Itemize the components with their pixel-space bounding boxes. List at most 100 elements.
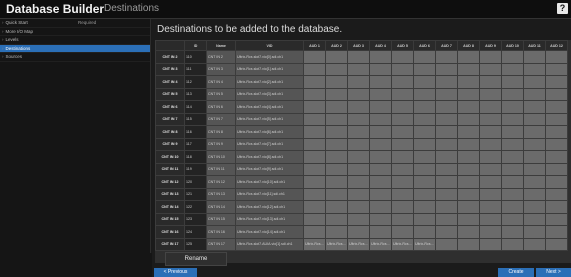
vid-cell[interactable]: Ultrix-Rcs.slot7.vio[13].sdi.ch1 — [235, 212, 304, 226]
aud-cell[interactable] — [479, 100, 502, 114]
aud-cell[interactable] — [347, 112, 370, 126]
vid-cell[interactable]: Ultrix-Rcs.slot7.vio[4].sdi.ch1 — [235, 100, 304, 114]
aud-cell[interactable] — [325, 100, 348, 114]
aud-cell[interactable] — [457, 137, 480, 151]
aud-cell[interactable] — [369, 175, 392, 189]
aud-cell[interactable] — [303, 187, 326, 201]
vid-cell[interactable]: Ultrix-Rcs.slot7.vio[12].sdi.ch1 — [235, 200, 304, 214]
aud-cell[interactable] — [303, 100, 326, 114]
aud-cell[interactable] — [369, 100, 392, 114]
sidebar-item-quick-start[interactable]: › Quick Start Required — [0, 19, 150, 28]
aud-cell[interactable] — [501, 100, 524, 114]
aud-cell[interactable] — [303, 162, 326, 176]
aud-cell[interactable] — [369, 200, 392, 214]
name-cell[interactable]: CNT IN 8 — [206, 125, 236, 139]
aud-cell[interactable] — [457, 162, 480, 176]
aud-cell[interactable] — [435, 225, 458, 239]
aud-cell[interactable] — [391, 50, 414, 64]
aud-cell[interactable] — [413, 212, 436, 226]
aud-cell[interactable] — [479, 75, 502, 89]
name-cell[interactable]: CNT IN 6 — [206, 100, 236, 114]
aud-cell[interactable] — [303, 212, 326, 226]
table-row[interactable]: CNT IN 10 118 CNT IN 10 Ultrix-Rcs.slot7.vi… — [155, 150, 568, 164]
aud-cell[interactable] — [523, 137, 546, 151]
aud-cell[interactable] — [391, 187, 414, 201]
aud-cell[interactable] — [325, 162, 348, 176]
row-name-cell[interactable]: CNT IN 6 — [155, 100, 185, 114]
aud-cell[interactable] — [435, 87, 458, 101]
row-name-cell[interactable]: CNT IN 16 — [155, 225, 185, 239]
aud-cell[interactable] — [369, 112, 392, 126]
aud-cell[interactable] — [413, 62, 436, 76]
aud-cell[interactable] — [369, 225, 392, 239]
aud-cell[interactable] — [391, 125, 414, 139]
aud-cell[interactable] — [369, 125, 392, 139]
aud-cell[interactable] — [347, 187, 370, 201]
id-cell[interactable]: 119 — [184, 162, 207, 176]
aud-cell[interactable] — [501, 50, 524, 64]
aud-cell[interactable] — [325, 150, 348, 164]
create-button[interactable]: Create — [498, 268, 534, 277]
aud-cell[interactable]: Ultrix-Rcs... — [369, 237, 392, 251]
aud-cell[interactable] — [325, 212, 348, 226]
aud-cell[interactable] — [501, 237, 524, 251]
aud-cell[interactable] — [325, 175, 348, 189]
aud-cell[interactable] — [457, 237, 480, 251]
name-cell[interactable]: CNT IN 5 — [206, 87, 236, 101]
aud-cell[interactable] — [303, 150, 326, 164]
aud-cell[interactable] — [325, 225, 348, 239]
vid-cell[interactable]: Ultrix-Rcs.slot7.vio[0].sdi.ch1 — [235, 50, 304, 64]
aud-cell[interactable] — [523, 212, 546, 226]
aud-cell[interactable] — [501, 112, 524, 126]
sidebar-item-destinations[interactable]: › Destinations — [0, 44, 150, 53]
table-row[interactable]: CNT IN 13 121 CNT IN 13 Ultrix-Rcs.slot7.vi… — [155, 187, 568, 201]
aud-cell[interactable] — [435, 212, 458, 226]
table-row[interactable]: CNT IN 11 119 CNT IN 11 Ultrix-Rcs.slot7.vi… — [155, 162, 568, 176]
id-cell[interactable]: 122 — [184, 200, 207, 214]
aud-cell[interactable] — [303, 50, 326, 64]
aud-cell[interactable] — [457, 125, 480, 139]
row-name-cell[interactable]: CNT IN 8 — [155, 125, 185, 139]
vid-cell[interactable]: Ultrix-Rcs.slot7.AUIA.vio[1].sdi.ch1 — [235, 237, 304, 251]
aud-cell[interactable]: Ultrix-Rcs... — [391, 237, 414, 251]
aud-cell[interactable] — [479, 50, 502, 64]
aud-cell[interactable] — [457, 100, 480, 114]
aud-cell[interactable] — [523, 175, 546, 189]
aud-cell[interactable] — [325, 125, 348, 139]
aud-cell[interactable] — [347, 62, 370, 76]
destinations-table-container[interactable]: ID Name VID AUD 1 AUD 2 AUD 3 AUD 4 AUD 5 AUD 6A… — [155, 40, 571, 263]
sidebar-item-levels[interactable]: › Levels — [0, 36, 150, 45]
aud-cell[interactable] — [391, 175, 414, 189]
name-cell[interactable]: CNT IN 17 — [206, 237, 236, 251]
aud-cell[interactable] — [479, 237, 502, 251]
aud-cell[interactable] — [303, 75, 326, 89]
aud-cell[interactable]: Ultrix-Rcs... — [347, 237, 370, 251]
aud-cell[interactable] — [435, 175, 458, 189]
aud-cell[interactable] — [457, 112, 480, 126]
aud-cell[interactable] — [501, 225, 524, 239]
aud-cell[interactable] — [391, 150, 414, 164]
aud-cell[interactable] — [303, 62, 326, 76]
table-row[interactable]: CNT IN 6 114 CNT IN 6 Ultrix-Rcs.slot7.vio[… — [155, 100, 568, 114]
aud-cell[interactable] — [545, 175, 568, 189]
aud-cell[interactable] — [435, 150, 458, 164]
aud-cell[interactable] — [479, 175, 502, 189]
aud-cell[interactable] — [523, 50, 546, 64]
aud-cell[interactable] — [413, 200, 436, 214]
aud-cell[interactable] — [391, 112, 414, 126]
vid-cell[interactable]: Ultrix-Rcs.slot7.vio[9].sdi.ch1 — [235, 162, 304, 176]
aud-cell[interactable] — [523, 62, 546, 76]
aud-cell[interactable] — [545, 187, 568, 201]
name-cell[interactable]: CNT IN 16 — [206, 225, 236, 239]
vid-cell[interactable]: Ultrix-Rcs.slot7.vio[14].sdi.ch1 — [235, 225, 304, 239]
aud-cell[interactable]: Ultrix-Rcs... — [325, 237, 348, 251]
aud-cell[interactable] — [325, 187, 348, 201]
aud-cell[interactable] — [457, 62, 480, 76]
aud-cell[interactable] — [325, 87, 348, 101]
aud-cell[interactable] — [501, 212, 524, 226]
aud-cell[interactable] — [523, 237, 546, 251]
aud-cell[interactable] — [545, 75, 568, 89]
aud-cell[interactable] — [545, 200, 568, 214]
aud-cell[interactable] — [347, 200, 370, 214]
aud-cell[interactable] — [479, 212, 502, 226]
